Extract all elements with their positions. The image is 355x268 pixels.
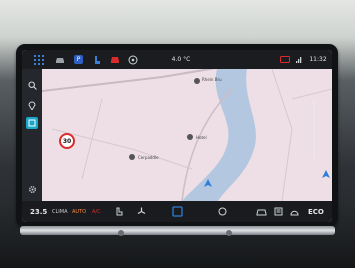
parking-icon[interactable]: P: [74, 54, 83, 65]
clock: 11:32: [309, 56, 327, 63]
rear-defrost-icon[interactable]: [274, 206, 283, 217]
hardware-button[interactable]: [226, 230, 232, 236]
status-bar: P 4.0 °C 11:32: [22, 50, 332, 69]
clima-button[interactable]: CLIMA: [52, 206, 68, 217]
map-canvas: [41, 66, 332, 202]
map-place-label: Hotel: [196, 135, 207, 140]
navigation-map[interactable]: Rhein Bru Cerpaddle Hotel: [41, 66, 332, 202]
fan-icon[interactable]: [137, 206, 146, 217]
car-red-icon[interactable]: [110, 54, 120, 65]
profile-circle-icon[interactable]: [128, 54, 138, 65]
seat-icon[interactable]: [92, 54, 102, 65]
temperature-value[interactable]: 23.5: [30, 206, 47, 217]
poi-marker[interactable]: [194, 78, 200, 84]
chrome-trim: [20, 226, 335, 235]
car-mode-icon[interactable]: [256, 206, 267, 217]
ac-button[interactable]: A/C: [92, 206, 101, 217]
map-place-label: Rhein Bru: [202, 77, 222, 82]
auto-button[interactable]: AUTO: [72, 206, 86, 217]
car-icon[interactable]: [55, 54, 65, 65]
poi-marker[interactable]: [187, 134, 193, 140]
hardware-button[interactable]: [118, 230, 124, 236]
map-place-label: Cerpaddle: [138, 155, 159, 160]
speed-limit-sign: 30: [59, 133, 75, 149]
outside-temperature: 4.0 °C: [171, 56, 191, 63]
search-icon[interactable]: [26, 79, 38, 91]
steering-heat-icon[interactable]: [218, 206, 227, 217]
seat-heat-icon[interactable]: [114, 206, 124, 217]
map-pin-icon[interactable]: [26, 99, 38, 111]
front-defrost-icon[interactable]: [290, 206, 299, 217]
message-icon[interactable]: [280, 54, 290, 65]
signal-icon: [296, 54, 303, 65]
climate-bar: 23.5 CLIMA AUTO A/C ECO: [22, 201, 332, 222]
apps-grid-icon[interactable]: [34, 54, 44, 65]
poi-marker[interactable]: [129, 154, 135, 160]
map-layer-icon[interactable]: [26, 117, 38, 129]
settings-icon[interactable]: [26, 183, 38, 195]
eco-button[interactable]: ECO: [308, 206, 324, 217]
home-square-icon[interactable]: [172, 206, 183, 217]
infotainment-screen: P 4.0 °C 11:32 Rhein Bru Cerpaddle Hotel…: [22, 50, 332, 222]
navigation-sidebar: [22, 69, 42, 201]
